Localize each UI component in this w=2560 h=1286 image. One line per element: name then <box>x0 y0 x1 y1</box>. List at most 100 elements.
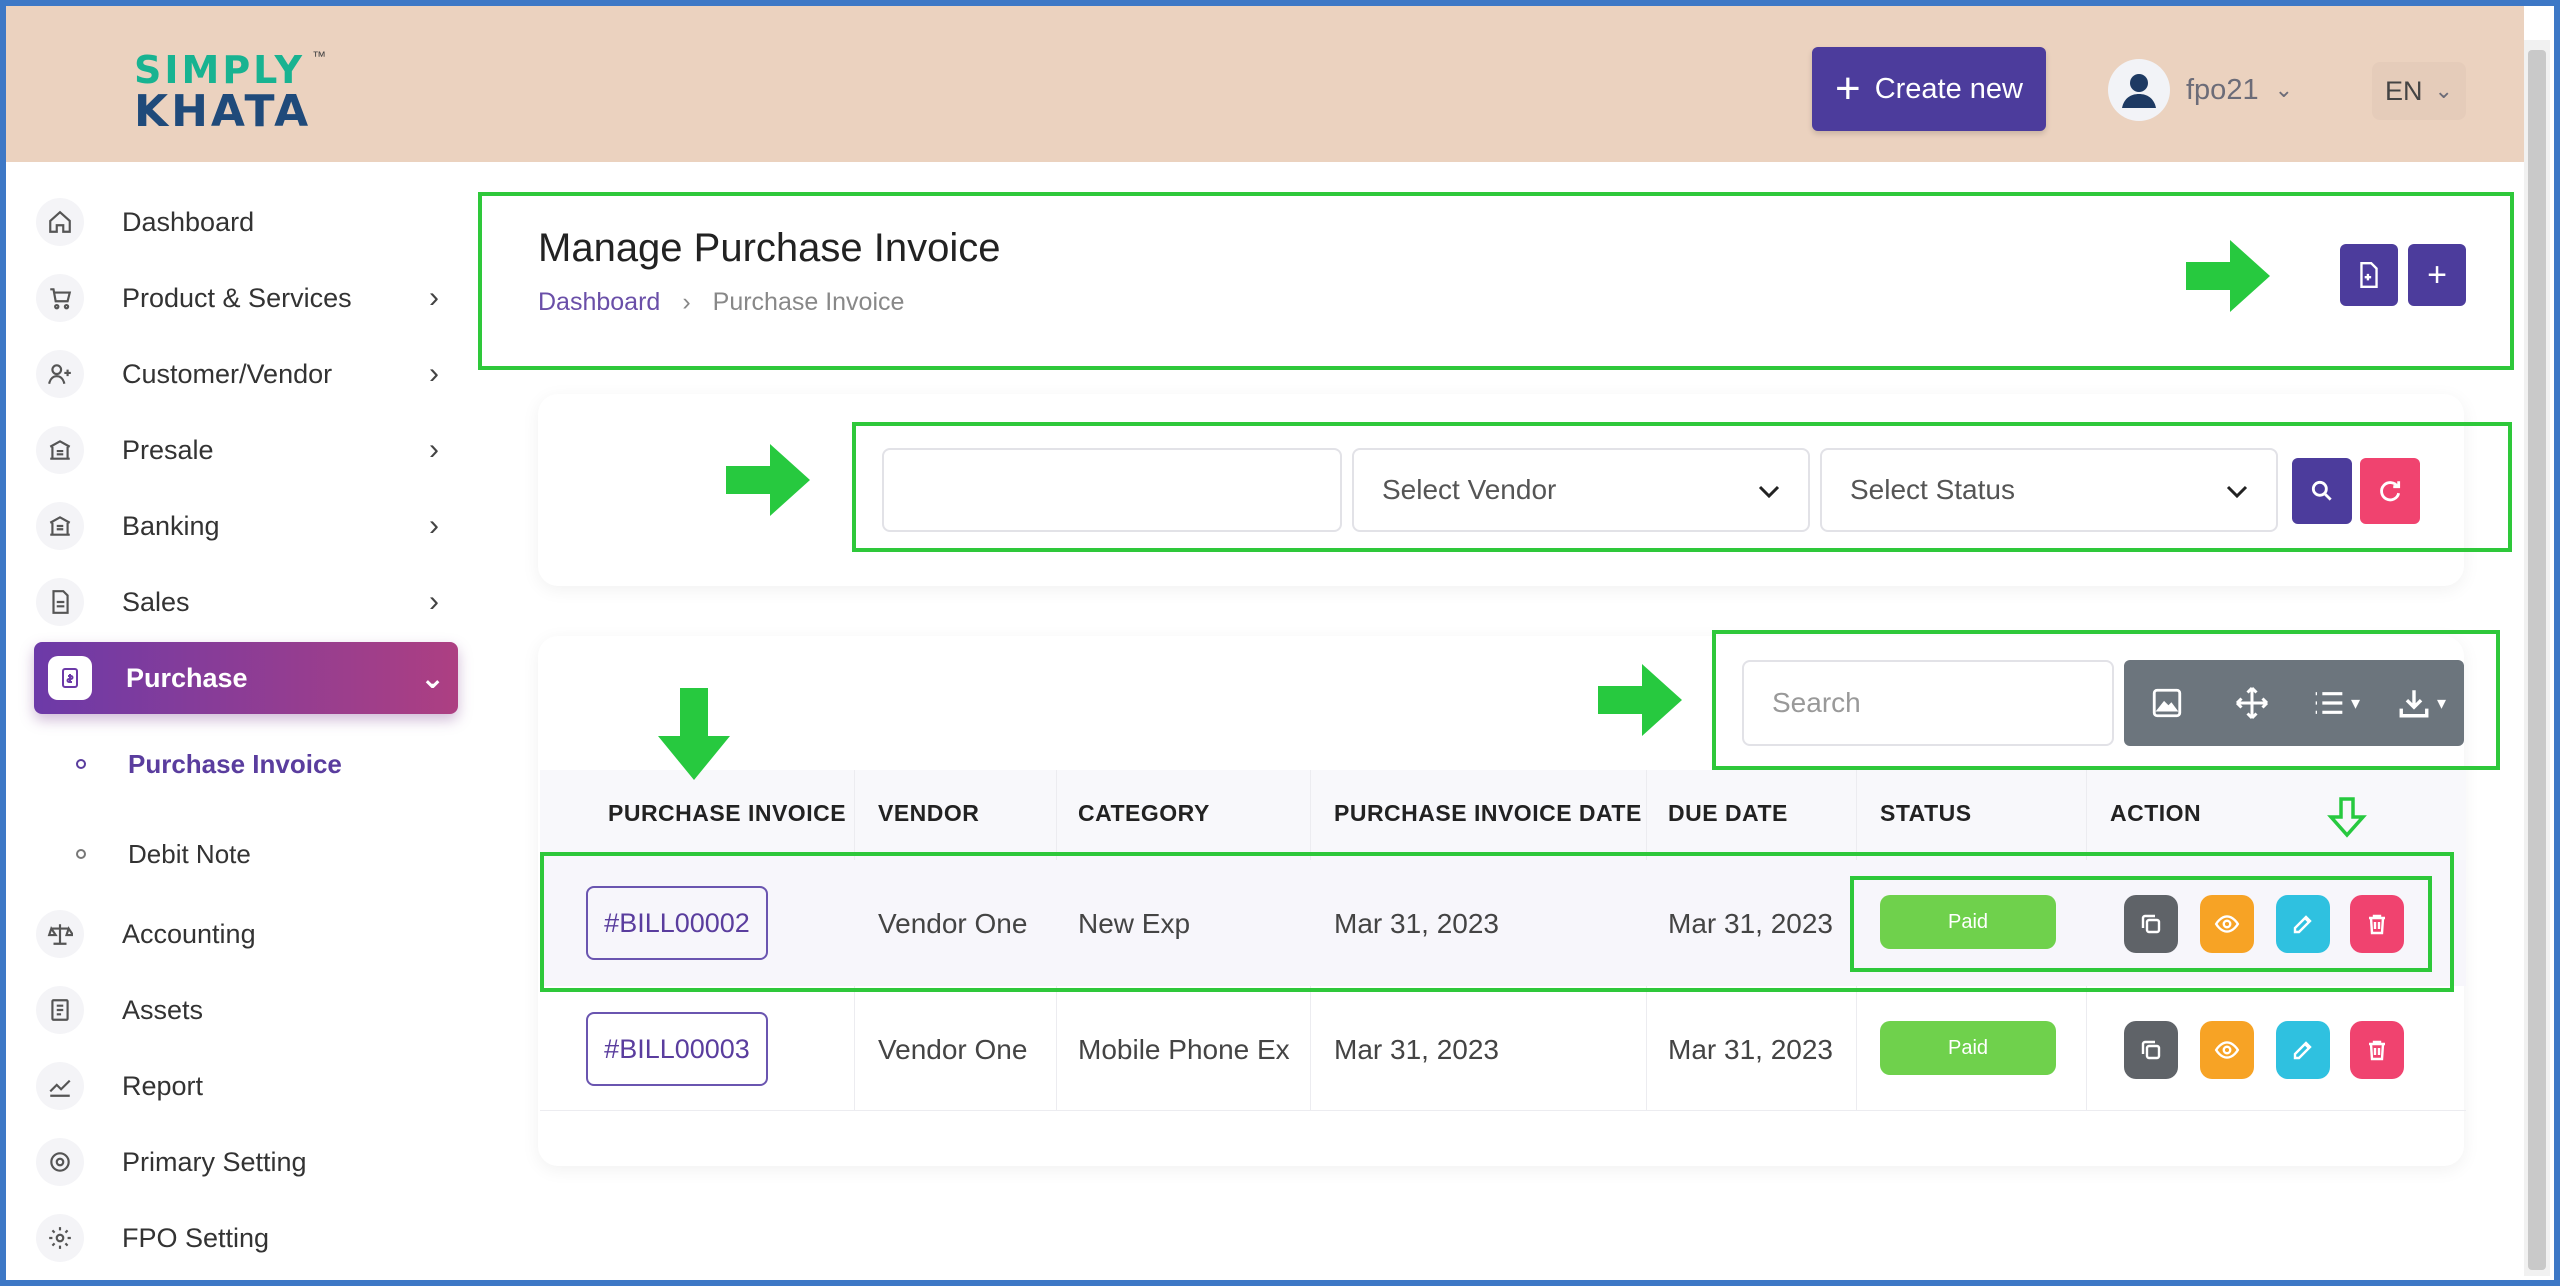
vendor-cell: Vendor One <box>878 908 1028 939</box>
export-dropdown-button[interactable]: ▾ <box>2379 660 2464 746</box>
annotation-arrow-down-outline <box>2327 797 2367 838</box>
sidebar-subitem-purchase-invoice[interactable]: Purchase Invoice <box>76 734 342 794</box>
annotation-arrow-right <box>1598 664 1682 736</box>
sidebar-item-purchase[interactable]: Purchase ⌄ <box>34 642 458 714</box>
sidebar-item-label: Report <box>122 1070 204 1101</box>
chevron-right-icon: › <box>429 509 439 542</box>
import-button[interactable] <box>2340 244 2398 306</box>
due-date-cell: Mar 31, 2023 <box>1668 1034 1833 1065</box>
delete-button[interactable] <box>2350 895 2404 953</box>
edit-button[interactable] <box>2276 895 2330 953</box>
delete-button[interactable] <box>2350 1021 2404 1079</box>
refresh-icon <box>2380 481 2401 502</box>
add-button[interactable]: + <box>2408 244 2466 306</box>
chevron-right-icon: › <box>682 288 691 316</box>
avatar <box>2108 59 2170 121</box>
search-placeholder: Search <box>1772 687 1861 718</box>
sidebar-item-label: Dashboard <box>122 206 255 237</box>
caret-down-icon: ▾ <box>2350 692 2361 713</box>
create-new-button[interactable]: + Create new <box>1812 47 2046 131</box>
sidebar-item-report[interactable]: Report <box>36 1050 460 1122</box>
sidebar-item-product-services[interactable]: Product & Services › <box>36 262 460 334</box>
vendor-select[interactable]: Select Vendor <box>1352 448 1810 532</box>
copy-button[interactable] <box>2124 1021 2178 1079</box>
annotation-arrow-right <box>726 444 810 516</box>
brand-logo[interactable]: SIMPLY KHATA ™ <box>134 48 334 138</box>
chevron-down-icon: ⌄ <box>2274 77 2294 102</box>
bullet-icon <box>76 759 86 769</box>
language-label: EN <box>2385 75 2423 106</box>
copy-button[interactable] <box>2124 895 2178 953</box>
trash-icon <box>2369 914 2385 935</box>
breadcrumb-link[interactable]: Dashboard <box>538 288 660 317</box>
breadcrumb: Dashboard › Purchase Invoice <box>538 288 904 317</box>
column-header-invoice-date[interactable]: PURCHASE INVOICE DATE <box>1334 800 1642 827</box>
row-divider <box>540 1110 2466 1111</box>
gear-icon <box>36 1214 84 1262</box>
edit-icon <box>2293 915 2312 934</box>
vendor-cell: Vendor One <box>878 1034 1028 1065</box>
due-date-cell: Mar 31, 2023 <box>1668 908 1833 939</box>
eye-icon <box>2214 915 2240 933</box>
sidebar-subitem-debit-note[interactable]: Debit Note <box>76 824 251 884</box>
search-button[interactable] <box>2292 458 2352 524</box>
eye-icon <box>2214 1041 2240 1059</box>
status-select[interactable]: Select Status <box>1820 448 2278 532</box>
chevron-right-icon: › <box>429 357 439 390</box>
sidebar-item-fpo-setting[interactable]: FPO Setting <box>36 1202 460 1274</box>
column-header-vendor[interactable]: VENDOR <box>878 800 979 827</box>
view-button[interactable] <box>2200 895 2254 953</box>
table-search-input[interactable]: Search <box>1742 660 2114 746</box>
date-filter-input[interactable] <box>882 448 1342 532</box>
invoice-link[interactable]: #BILL00002 <box>586 886 768 960</box>
cart-icon <box>36 274 84 322</box>
language-selector[interactable]: EN ⌄ <box>2372 62 2466 120</box>
column-header-due-date[interactable]: DUE DATE <box>1668 800 1788 827</box>
move-button[interactable] <box>2209 660 2294 746</box>
scrollbar-thumb[interactable] <box>2528 50 2546 1270</box>
brand-line-2: KHATA <box>134 86 312 137</box>
category-cell: Mobile Phone Ex <box>1078 1034 1290 1065</box>
sidebar-item-banking[interactable]: Banking › <box>36 490 460 562</box>
column-header-action: ACTION <box>2110 800 2202 826</box>
edit-button[interactable] <box>2276 1021 2330 1079</box>
status-select-value: Select Status <box>1850 474 2015 505</box>
trademark: ™ <box>312 48 326 64</box>
view-button[interactable] <box>2200 1021 2254 1079</box>
building-icon <box>36 426 84 474</box>
columns-dropdown-button[interactable]: ▾ <box>2294 660 2379 746</box>
sidebar-item-accounting[interactable]: Accounting <box>36 898 460 970</box>
column-header-status[interactable]: STATUS <box>1880 800 1972 827</box>
sidebar-item-label: Primary Setting <box>122 1146 307 1177</box>
chevron-right-icon: › <box>429 433 439 466</box>
file-icon <box>2360 261 2378 289</box>
sidebar-item-presale[interactable]: Presale › <box>36 414 460 486</box>
reset-button[interactable] <box>2360 458 2420 524</box>
plus-icon: + <box>1834 64 1861 113</box>
image-view-button[interactable] <box>2124 660 2209 746</box>
sidebar: Dashboard Product & Services › Customer/… <box>6 162 466 1280</box>
sidebar-item-customer-vendor[interactable]: Customer/Vendor › <box>36 338 460 410</box>
sidebar-item-dashboard[interactable]: Dashboard <box>36 186 460 258</box>
annotation-arrow-right <box>2186 240 2270 312</box>
invoice-date-cell: Mar 31, 2023 <box>1334 1034 1499 1065</box>
sidebar-item-label: Customer/Vendor <box>122 358 333 389</box>
breadcrumb-current: Purchase Invoice <box>712 288 905 316</box>
scrollbar[interactable] <box>2524 40 2550 1276</box>
invoice-link[interactable]: #BILL00003 <box>586 1012 768 1086</box>
sidebar-item-primary-setting[interactable]: Primary Setting <box>36 1126 460 1198</box>
sidebar-subitem-label: Debit Note <box>128 838 251 869</box>
status-badge: Paid <box>1880 1021 2056 1075</box>
sidebar-item-sales[interactable]: Sales › <box>36 566 460 638</box>
column-header-purchase-invoice[interactable]: PURCHASE INVOICE <box>608 800 846 827</box>
chevron-down-icon <box>2226 474 2248 506</box>
sidebar-item-assets[interactable]: Assets <box>36 974 460 1046</box>
sidebar-item-label: Banking <box>122 510 220 541</box>
user-menu[interactable]: fpo21 ⌄ <box>2108 50 2293 130</box>
copy-icon <box>2141 1040 2161 1060</box>
user-name: fpo21 <box>2186 73 2259 106</box>
create-new-label: Create new <box>1874 72 2023 105</box>
chart-icon <box>36 1062 84 1110</box>
column-header-category[interactable]: CATEGORY <box>1078 800 1210 827</box>
plus-icon: + <box>2427 256 2447 294</box>
